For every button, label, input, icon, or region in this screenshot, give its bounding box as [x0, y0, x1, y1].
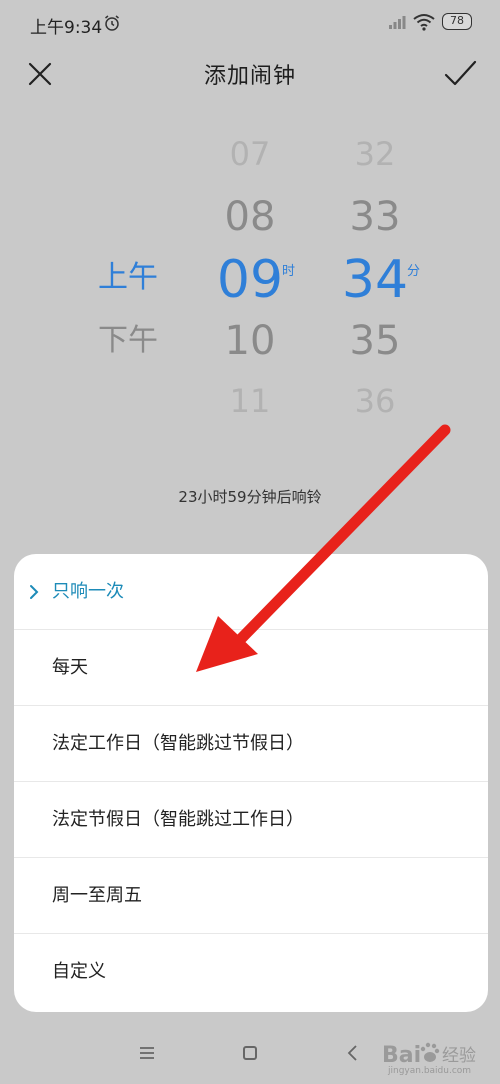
minute-option[interactable]: 32 [325, 138, 425, 170]
confirm-button[interactable] [440, 56, 480, 92]
minute-unit: 分 [407, 264, 421, 279]
hour-option[interactable]: 07 [200, 138, 300, 170]
status-bar: 上午9:34 78 [0, 0, 500, 48]
home-icon[interactable] [243, 1046, 257, 1060]
repeat-option-holidays[interactable]: 法定节假日（智能跳过工作日） [14, 782, 488, 858]
repeat-option-label: 只响一次 [52, 581, 124, 602]
status-time: 上午9:34 [30, 18, 103, 38]
chevron-right-icon [30, 585, 39, 599]
repeat-option-weekdays[interactable]: 周一至周五 [14, 858, 488, 934]
minute-option[interactable]: 36 [325, 385, 425, 417]
hour-option[interactable]: 10 [200, 321, 300, 361]
minute-option[interactable]: 35 [325, 321, 425, 361]
repeat-option-daily[interactable]: 每天 [14, 630, 488, 706]
page-title: 添加闹钟 [203, 64, 296, 89]
menu-icon[interactable] [138, 1046, 156, 1060]
wifi-icon [413, 14, 435, 31]
hour-option[interactable]: 11 [200, 385, 300, 417]
battery-icon: 78 [442, 13, 472, 30]
repeat-option-label: 法定节假日（智能跳过工作日） [52, 809, 304, 830]
repeat-option-label: 自定义 [52, 961, 106, 982]
repeat-option-once[interactable]: 只响一次 [14, 554, 488, 630]
alarm-icon [105, 15, 119, 31]
countdown-text: 23小时59分钟后响铃 [178, 488, 322, 506]
hour-unit: 时 [282, 264, 296, 279]
repeat-options-sheet: 只响一次 每天 法定工作日（智能跳过节假日） 法定节假日（智能跳过工作日） 周一… [14, 554, 488, 1012]
repeat-option-custom[interactable]: 自定义 [14, 934, 488, 1010]
hour-option[interactable]: 08 [200, 197, 300, 237]
repeat-option-workdays[interactable]: 法定工作日（智能跳过节假日） [14, 706, 488, 782]
signal-icon [389, 16, 406, 29]
ampm-selected[interactable]: 上午 [78, 263, 178, 293]
back-icon[interactable] [346, 1044, 360, 1062]
minute-option[interactable]: 33 [325, 197, 425, 237]
watermark-text2: 经验 [442, 1046, 476, 1066]
repeat-option-label: 周一至周五 [52, 885, 142, 906]
watermark-sub: jingyan.baidu.com [388, 1066, 472, 1076]
watermark-text: Bai [382, 1043, 421, 1068]
repeat-option-label: 法定工作日（智能跳过节假日） [52, 733, 304, 754]
ampm-option[interactable]: 下午 [78, 326, 178, 356]
repeat-option-label: 每天 [52, 657, 88, 678]
